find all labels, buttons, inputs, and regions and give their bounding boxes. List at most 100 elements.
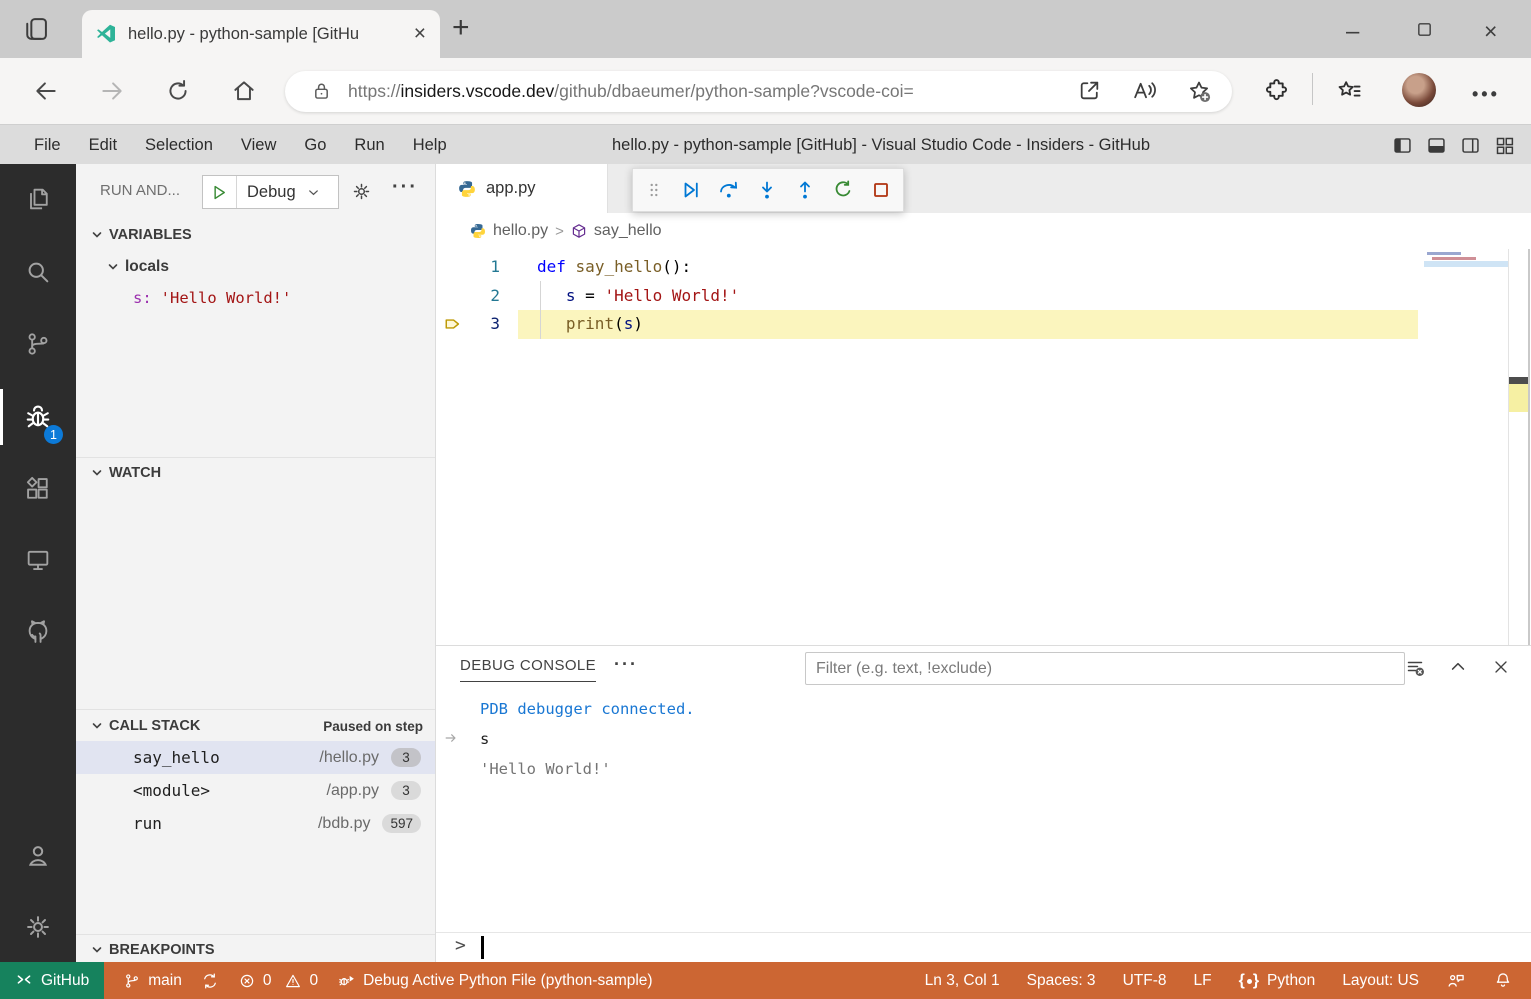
new-tab-button[interactable]: + [452, 11, 470, 45]
extensions-icon[interactable] [0, 461, 76, 517]
menu-help[interactable]: Help [399, 136, 461, 155]
warning-count: 0 [309, 971, 319, 989]
menu-view[interactable]: View [227, 136, 290, 155]
toggle-secondary-sidebar-icon[interactable] [1460, 135, 1481, 156]
stack-frame-module[interactable]: <module> /app.py 3 [76, 774, 435, 807]
debug-status-icon [337, 971, 356, 990]
editor-tab-bar: app.py [436, 164, 1531, 213]
code-line-2[interactable]: 2 s = 'Hello World!' [436, 282, 1531, 311]
panel-more-actions-icon[interactable]: ··· [614, 654, 638, 675]
variable-row[interactable]: s: 'Hello World!' [76, 284, 435, 312]
feedback-icon[interactable] [1446, 971, 1466, 991]
encoding[interactable]: UTF-8 [1123, 972, 1167, 990]
notifications-bell-icon[interactable] [1493, 971, 1513, 991]
window-close-button[interactable]: × [1484, 18, 1497, 45]
accounts-icon[interactable] [0, 828, 76, 884]
browser-settings-icon[interactable]: ••• [1472, 84, 1500, 105]
tab-close-icon[interactable]: × [414, 23, 426, 44]
menu-file[interactable]: File [20, 136, 75, 155]
problems-indicator[interactable]: 0 0 [238, 972, 318, 990]
continue-button[interactable] [679, 178, 703, 202]
read-aloud-icon[interactable] [1131, 78, 1158, 103]
add-favorite-icon[interactable] [1186, 78, 1212, 104]
step-into-button[interactable] [755, 178, 779, 202]
call-stack-section-header[interactable]: CALL STACK Paused on step [76, 711, 435, 741]
debug-toolbar [632, 168, 904, 212]
favorites-bar-icon[interactable] [1336, 77, 1363, 104]
window-maximize-button[interactable] [1416, 21, 1433, 38]
source-control-icon[interactable] [0, 316, 76, 372]
browser-tab[interactable]: hello.py - python-sample [GitHu × [82, 10, 440, 58]
forward-icon[interactable] [99, 78, 125, 104]
menu-selection[interactable]: Selection [131, 136, 227, 155]
language-mode[interactable]: {} Python [1239, 972, 1316, 990]
stack-frame-sayhello[interactable]: say_hello/hello.py 3 [76, 741, 435, 774]
indentation[interactable]: Spaces: 3 [1027, 972, 1096, 990]
cursor-position[interactable]: Ln 3, Col 1 [925, 972, 1000, 990]
line-number: 2 [490, 285, 500, 305]
console-filter-input[interactable] [805, 652, 1405, 685]
search-icon[interactable] [0, 244, 76, 300]
variables-section-header[interactable]: VARIABLES [76, 221, 435, 249]
step-over-button[interactable] [717, 178, 741, 202]
tab-debug-console[interactable]: DEBUG CONSOLE [460, 657, 597, 682]
run-debug-icon[interactable]: 1 [0, 389, 76, 445]
restart-button[interactable] [831, 178, 855, 202]
stop-button[interactable] [869, 178, 893, 202]
refresh-icon[interactable] [165, 78, 191, 104]
keyboard-layout[interactable]: Layout: US [1342, 972, 1419, 990]
breakpoints-section-header[interactable]: BREAKPOINTS [76, 936, 435, 964]
branch-indicator[interactable]: main [123, 972, 182, 990]
settings-gear-icon[interactable] [0, 899, 76, 955]
toggle-sidebar-icon[interactable] [1392, 135, 1413, 156]
launch-config-select[interactable]: Debug [247, 183, 296, 202]
debug-settings-gear-icon[interactable] [351, 181, 372, 202]
breadcrumb-symbol[interactable]: say_hello [594, 222, 662, 240]
lock-icon[interactable] [311, 81, 332, 102]
editor-scrollbar[interactable] [1528, 249, 1530, 645]
menu-bar: File Edit Selection View Go Run Help [20, 125, 461, 165]
console-prompt: > [455, 935, 466, 956]
eol-sequence[interactable]: LF [1193, 972, 1211, 990]
console-repl-row[interactable]: > [436, 932, 1531, 962]
sync-button[interactable] [201, 972, 219, 990]
close-panel-icon[interactable] [1491, 657, 1511, 677]
back-icon[interactable] [33, 78, 59, 104]
watch-section-header[interactable]: WATCH [76, 459, 435, 487]
console-text: PDB debugger connected. [480, 700, 695, 718]
extensions-browser-icon[interactable] [1263, 77, 1290, 104]
github-icon[interactable] [0, 604, 76, 660]
profile-avatar[interactable] [1402, 73, 1436, 107]
toggle-panel-icon[interactable] [1426, 135, 1447, 156]
run-debug-sidebar: RUN AND... Debug ··· VARIABLES locals s:… [76, 164, 436, 962]
breadcrumb-file[interactable]: hello.py [493, 222, 548, 240]
chevron-down-icon[interactable] [306, 185, 321, 200]
code-line-1[interactable]: 1 def say_hello(): [436, 253, 1531, 282]
code-editor[interactable]: 1 def say_hello(): 2 s = 'Hello World!' 3 p… [436, 249, 1531, 645]
code-line-3[interactable]: 3 print(s) [436, 310, 1531, 339]
stack-frame-run[interactable]: run/bdb.py 597 [76, 807, 435, 840]
frame-name: run [133, 814, 162, 833]
open-in-app-icon[interactable] [1077, 78, 1102, 103]
menu-run[interactable]: Run [340, 136, 398, 155]
window-minimize-button[interactable]: – [1346, 18, 1359, 46]
workspaces-icon[interactable] [22, 15, 50, 43]
home-icon[interactable] [231, 78, 257, 104]
menu-edit[interactable]: Edit [75, 136, 131, 155]
locals-scope-row[interactable]: locals [76, 252, 435, 282]
views-more-actions-icon[interactable]: ··· [392, 176, 418, 199]
maximize-panel-icon[interactable] [1448, 657, 1468, 677]
start-debug-button[interactable] [210, 183, 229, 202]
menu-go[interactable]: Go [290, 136, 340, 155]
customize-layout-icon[interactable] [1494, 135, 1515, 156]
remote-explorer-icon[interactable] [0, 532, 76, 588]
remote-indicator[interactable]: GitHub [0, 962, 105, 999]
toolbar-drag-handle[interactable] [643, 179, 665, 201]
error-count: 0 [262, 971, 272, 989]
clear-console-icon[interactable] [1405, 657, 1425, 677]
debug-status[interactable]: Debug Active Python File (python-sample) [337, 971, 653, 990]
editor-tab-app-py[interactable]: app.py [436, 164, 608, 213]
minimap[interactable] [1424, 249, 1508, 645]
explorer-icon[interactable] [0, 171, 76, 227]
step-out-button[interactable] [793, 178, 817, 202]
